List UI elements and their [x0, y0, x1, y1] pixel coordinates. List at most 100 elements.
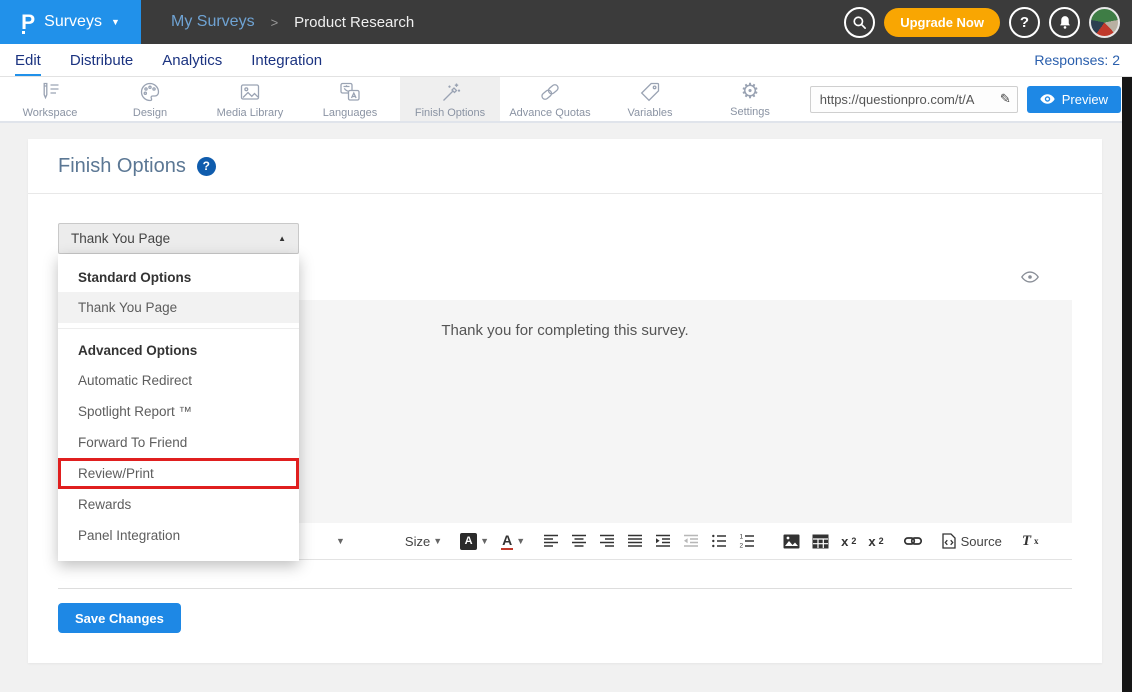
- dropdown-header-standard: Standard Options: [58, 259, 299, 292]
- svg-text:1: 1: [740, 534, 744, 541]
- page-title: Finish Options: [58, 155, 186, 178]
- bottom-divider: [58, 588, 1072, 589]
- edit-ribbon: Workspace Design Media Library Languages…: [0, 77, 1132, 123]
- subscript-button[interactable]: x2: [841, 535, 856, 548]
- finish-type-select-wrap: Thank You Page ▲ Standard Options Thank …: [58, 223, 299, 254]
- chain-links-icon: [538, 80, 562, 104]
- finish-type-select[interactable]: Thank You Page ▲: [58, 223, 299, 254]
- numbered-list-icon: 12: [739, 533, 755, 549]
- page-help-icon[interactable]: ?: [197, 157, 216, 176]
- text-color-button[interactable]: A ▼: [501, 533, 525, 550]
- font-size-combo[interactable]: Size ▼: [405, 534, 442, 549]
- remove-format-button[interactable]: Tx: [1022, 534, 1039, 549]
- ribbon-item-advance-quotas[interactable]: Advance Quotas: [500, 77, 600, 121]
- ribbon-right: ✎ Preview: [810, 77, 1132, 121]
- ribbon-label: Media Library: [217, 107, 284, 119]
- topbar: P Surveys ▼ My Surveys > Product Researc…: [0, 0, 1132, 44]
- survey-url-input[interactable]: [810, 86, 1018, 113]
- font-size-label: Size: [405, 534, 430, 549]
- numbered-list-button[interactable]: 12: [739, 533, 755, 549]
- increase-indent-button[interactable]: [655, 533, 671, 549]
- tag-icon: [638, 80, 662, 104]
- preview-toggle-eye-icon[interactable]: [1021, 271, 1039, 283]
- dropdown-item-spotlight-report[interactable]: Spotlight Report ™: [58, 396, 299, 427]
- ribbon-item-variables[interactable]: Variables: [600, 77, 700, 121]
- insert-image-button[interactable]: [783, 534, 800, 549]
- format-combo-caret[interactable]: ▼: [336, 536, 345, 546]
- dropdown-item-forward-to-friend[interactable]: Forward To Friend: [58, 427, 299, 458]
- ribbon-item-finish-options[interactable]: Finish Options: [400, 77, 500, 121]
- background-color-icon: A: [460, 533, 477, 550]
- insert-link-button[interactable]: [904, 533, 922, 549]
- notifications-button[interactable]: [1049, 7, 1080, 38]
- survey-nav: Edit Distribute Analytics Integration Re…: [0, 44, 1132, 77]
- main-area: Finish Options ? Thank You Page ▲ Standa…: [0, 123, 1132, 692]
- ribbon-item-media-library[interactable]: Media Library: [200, 77, 300, 121]
- help-button[interactable]: ?: [1009, 7, 1040, 38]
- gear-icon: ⚙: [741, 81, 760, 103]
- align-center-button[interactable]: [571, 533, 587, 549]
- svg-text:2: 2: [740, 543, 744, 550]
- source-icon: [942, 533, 956, 549]
- source-button[interactable]: Source: [942, 533, 1002, 549]
- tab-distribute[interactable]: Distribute: [70, 44, 133, 76]
- responses-count[interactable]: Responses: 2: [1034, 44, 1120, 76]
- insert-table-icon: [812, 534, 829, 549]
- dropdown-item-rewards[interactable]: Rewards: [58, 489, 299, 520]
- eye-icon: [1040, 94, 1055, 104]
- dropdown-item-thank-you-page[interactable]: Thank You Page: [58, 292, 299, 323]
- surveys-menu-label: Surveys: [44, 13, 102, 31]
- align-left-icon: [543, 533, 559, 549]
- align-right-button[interactable]: [599, 533, 615, 549]
- ribbon-item-design[interactable]: Design: [100, 77, 200, 121]
- superscript-button[interactable]: x2: [868, 535, 883, 548]
- dropdown-item-panel-integration[interactable]: Panel Integration: [58, 520, 299, 551]
- edit-url-pencil-icon[interactable]: ✎: [1000, 91, 1011, 107]
- ribbon-label: Advance Quotas: [509, 107, 590, 119]
- image-icon: [238, 80, 262, 104]
- finish-type-select-value: Thank You Page: [71, 231, 170, 246]
- avatar[interactable]: [1089, 7, 1120, 38]
- questionpro-logo: P: [21, 12, 35, 33]
- ribbon-label: Variables: [627, 107, 672, 119]
- tab-edit[interactable]: Edit: [15, 44, 41, 76]
- breadcrumb: My Surveys > Product Research: [171, 13, 414, 31]
- save-changes-button[interactable]: Save Changes: [58, 603, 181, 633]
- ribbon-item-settings[interactable]: ⚙ Settings: [700, 77, 800, 121]
- text-color-icon: A: [501, 533, 513, 550]
- bulleted-list-button[interactable]: [711, 533, 727, 549]
- ribbon-label: Finish Options: [415, 107, 485, 119]
- align-center-icon: [571, 533, 587, 549]
- decrease-indent-icon: [683, 533, 699, 549]
- tab-integration[interactable]: Integration: [251, 44, 322, 76]
- align-left-button[interactable]: [543, 533, 559, 549]
- preview-button[interactable]: Preview: [1027, 86, 1121, 113]
- search-button[interactable]: [844, 7, 875, 38]
- surveys-menu[interactable]: P Surveys ▼: [0, 0, 141, 44]
- link-icon: [904, 533, 922, 549]
- breadcrumb-parent[interactable]: My Surveys: [171, 13, 255, 31]
- tab-analytics[interactable]: Analytics: [162, 44, 222, 76]
- magic-wand-icon: [438, 80, 462, 104]
- chevron-up-icon: ▲: [278, 234, 286, 243]
- dropdown-item-automatic-redirect[interactable]: Automatic Redirect: [58, 365, 299, 396]
- ribbon-label: Design: [133, 107, 167, 119]
- align-justify-button[interactable]: [627, 533, 643, 549]
- ribbon-item-languages[interactable]: Languages: [300, 77, 400, 121]
- background-color-button[interactable]: A ▼: [460, 533, 489, 550]
- ribbon-label: Settings: [730, 106, 770, 118]
- topbar-actions: Upgrade Now ?: [844, 7, 1120, 38]
- workspace-icon: [38, 80, 62, 104]
- palette-icon: [138, 80, 162, 104]
- ribbon-label: Languages: [323, 107, 377, 119]
- dropdown-item-review-print[interactable]: Review/Print: [58, 458, 299, 489]
- search-icon: [852, 15, 867, 30]
- decrease-indent-button[interactable]: [683, 533, 699, 549]
- languages-icon: [338, 80, 362, 104]
- insert-table-button[interactable]: [812, 534, 829, 549]
- bell-icon: [1058, 15, 1072, 30]
- preview-label: Preview: [1062, 92, 1108, 107]
- ribbon-item-workspace[interactable]: Workspace: [0, 77, 100, 121]
- breadcrumb-current: Product Research: [294, 14, 414, 31]
- upgrade-now-button[interactable]: Upgrade Now: [884, 8, 1000, 37]
